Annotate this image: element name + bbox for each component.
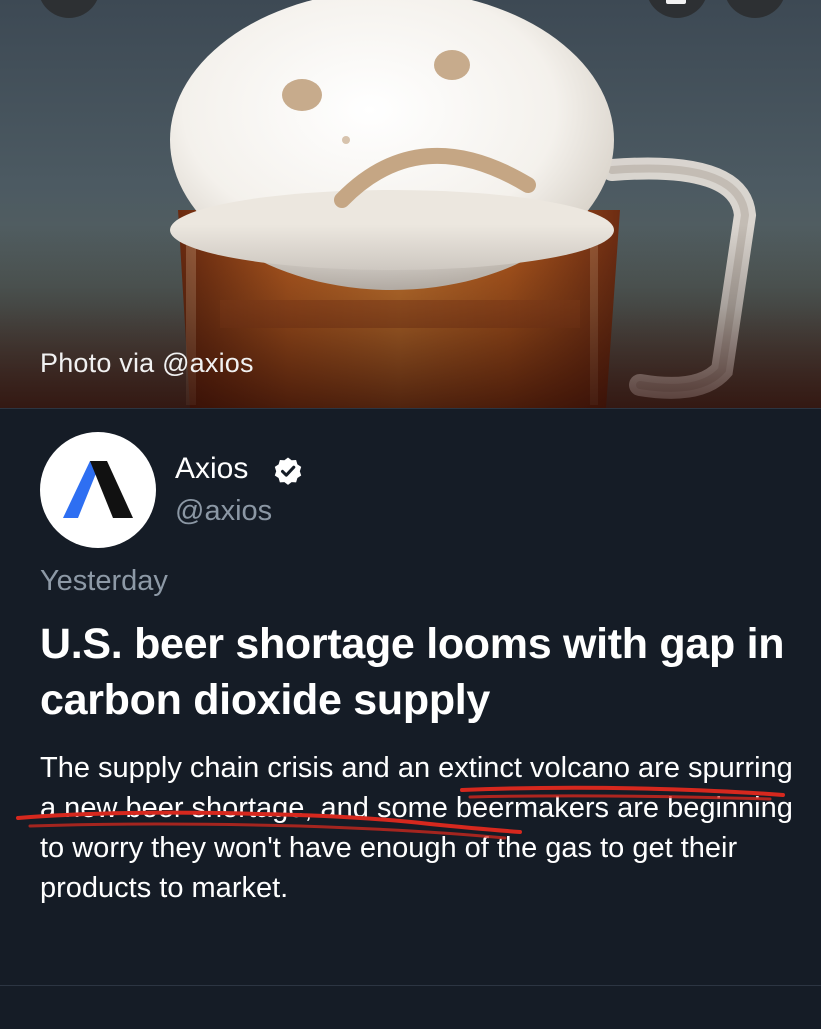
- verified-check-icon: [274, 457, 302, 485]
- author-handle[interactable]: @axios: [175, 495, 272, 528]
- share-icon: [666, 0, 686, 4]
- timestamp: Yesterday: [40, 565, 168, 597]
- avatar[interactable]: [40, 432, 156, 548]
- article-summary: The supply chain crisis and an extinct v…: [40, 752, 793, 904]
- author-name[interactable]: Axios: [175, 452, 248, 486]
- article-photo[interactable]: Photo via @axios: [0, 0, 821, 408]
- photo-gradient-overlay: [0, 0, 821, 408]
- divider: [0, 408, 821, 409]
- article-headline[interactable]: U.S. beer shortage looms with gap in car…: [40, 616, 800, 728]
- photo-caption: Photo via @axios: [40, 348, 254, 378]
- divider: [0, 985, 821, 986]
- axios-logo-icon: [63, 461, 133, 518]
